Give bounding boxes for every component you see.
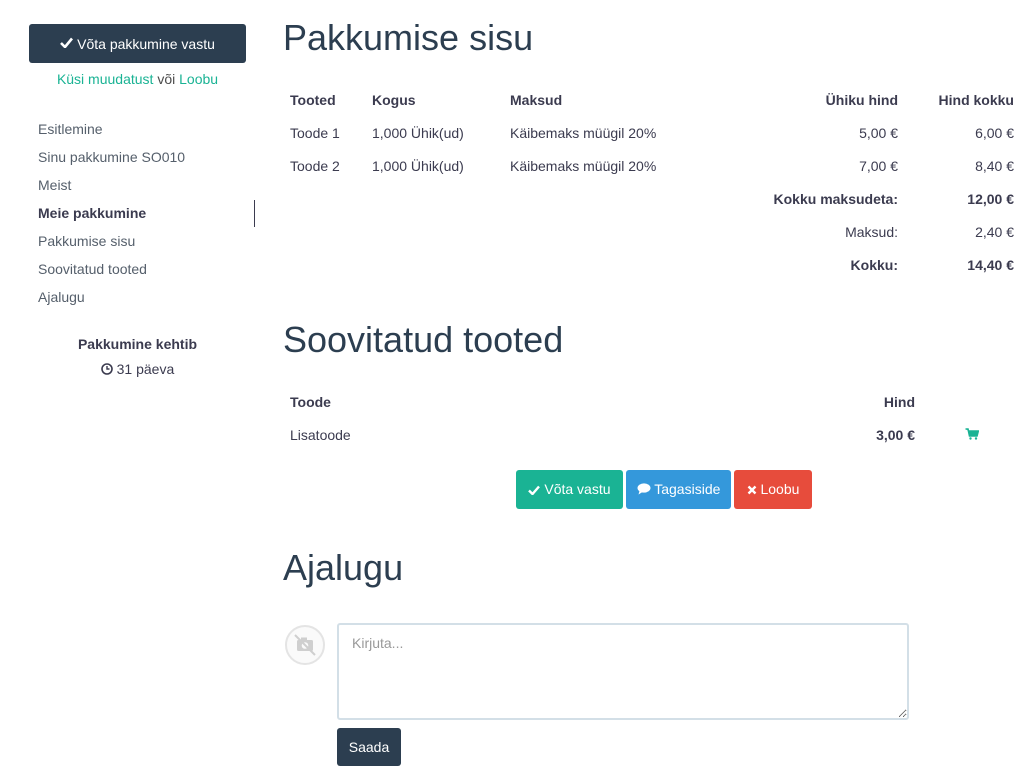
suggested-products-table: Toode Hind Lisatoode 3,00 € bbox=[283, 385, 1021, 451]
cancel-link[interactable]: Loobu bbox=[179, 71, 218, 87]
col-header-total-price: Hind kokku bbox=[938, 91, 1014, 108]
table-row: Toode 1 1,000 Ühik(ud) Käibemaks müügil … bbox=[283, 116, 1021, 149]
offer-links: Küsi muudatust või Loobu bbox=[29, 71, 246, 87]
product-name: Toode 1 bbox=[290, 124, 340, 141]
product-unit-price: 7,00 € bbox=[859, 157, 898, 174]
subtotal-value: 12,00 € bbox=[967, 190, 1014, 207]
product-quantity: 1,000 Ühik(ud) bbox=[372, 124, 464, 141]
product-unit-price: 5,00 € bbox=[859, 124, 898, 141]
cancel-button-label: Loobu bbox=[760, 481, 800, 497]
feedback-button-label: Tagasiside bbox=[654, 481, 721, 497]
total-value: 14,40 € bbox=[967, 256, 1014, 273]
check-icon bbox=[528, 481, 541, 497]
sidebar-item-meist[interactable]: Meist bbox=[29, 174, 255, 202]
suggested-products-title: Soovitatud tooted bbox=[283, 319, 564, 360]
sidebar-item-sinu-pakkumine[interactable]: Sinu pakkumine SO010 bbox=[29, 146, 255, 174]
sidebar-item-esitlemine[interactable]: Esitlemine bbox=[29, 118, 255, 146]
offer-lines-table: Tooted Kogus Maksud Ühiku hind Hind kokk… bbox=[283, 83, 1021, 281]
table-header-row: Tooted Kogus Maksud Ühiku hind Hind kokk… bbox=[283, 83, 1021, 116]
offer-actions: Võta vastu Tagasiside Loobu bbox=[516, 470, 812, 509]
clock-icon bbox=[100, 361, 117, 377]
cart-icon[interactable] bbox=[965, 427, 979, 443]
sidebar-item-pakkumise-sisu[interactable]: Pakkumise sisu bbox=[29, 230, 255, 258]
col-header-quantity: Kogus bbox=[372, 91, 416, 108]
col-header-products: Tooted bbox=[290, 91, 336, 108]
product-total-price: 6,00 € bbox=[975, 124, 1014, 141]
cart-cell bbox=[922, 418, 1021, 451]
check-icon bbox=[60, 36, 74, 51]
avatar bbox=[285, 625, 325, 665]
ask-changes-link[interactable]: Küsi muudatust bbox=[57, 71, 154, 87]
offer-validity: Pakkumine kehtib 31 päeva bbox=[29, 336, 246, 377]
product-quantity: 1,000 Ühik(ud) bbox=[372, 157, 464, 174]
total-label: Kokku: bbox=[850, 256, 898, 273]
table-header-row: Toode Hind bbox=[283, 385, 1021, 418]
accept-offer-label: Võta pakkumine vastu bbox=[77, 35, 215, 52]
subtotal-row: Kokku maksudeta: 12,00 € bbox=[283, 182, 1021, 215]
comment-input[interactable] bbox=[337, 623, 909, 720]
suggested-product-price: 3,00 € bbox=[876, 426, 915, 443]
col-header-unit-price: Ühiku hind bbox=[825, 91, 898, 108]
product-tax: Käibemaks müügil 20% bbox=[510, 157, 657, 174]
accept-offer-button[interactable]: Võta pakkumine vastu bbox=[29, 24, 246, 63]
product-total-price: 8,40 € bbox=[975, 157, 1014, 174]
total-row: Kokku: 14,40 € bbox=[283, 248, 1021, 281]
sidebar-item-ajalugu[interactable]: Ajalugu bbox=[29, 286, 255, 314]
col-header-price: Hind bbox=[883, 393, 915, 410]
accept-button[interactable]: Võta vastu bbox=[516, 470, 623, 509]
suggested-product-name: Lisatoode bbox=[290, 426, 351, 443]
col-header-product: Toode bbox=[290, 393, 331, 410]
subtotal-label: Kokku maksudeta: bbox=[773, 190, 898, 207]
validity-days: 31 päeva bbox=[29, 361, 246, 377]
sidebar-nav: Esitlemine Sinu pakkumine SO010 Meist Me… bbox=[29, 118, 255, 314]
sidebar: Võta pakkumine vastu Küsi muudatust või … bbox=[29, 24, 255, 377]
active-nav-marker bbox=[254, 200, 255, 227]
product-tax: Käibemaks müügil 20% bbox=[510, 124, 657, 141]
cancel-button[interactable]: Loobu bbox=[734, 470, 812, 509]
feedback-button[interactable]: Tagasiside bbox=[626, 470, 731, 509]
sidebar-item-meie-pakkumine[interactable]: Meie pakkumine bbox=[29, 202, 255, 230]
history-title: Ajalugu bbox=[283, 547, 404, 588]
table-row: Lisatoode 3,00 € bbox=[283, 418, 1021, 451]
sidebar-item-soovitatud-tooted[interactable]: Soovitatud tooted bbox=[29, 258, 255, 286]
taxes-row: Maksud: 2,40 € bbox=[283, 215, 1021, 248]
taxes-label: Maksud: bbox=[845, 223, 898, 240]
offer-content-title: Pakkumise sisu bbox=[283, 17, 534, 58]
product-name: Toode 2 bbox=[290, 157, 340, 174]
close-icon bbox=[747, 481, 757, 497]
accept-button-label: Võta vastu bbox=[544, 481, 611, 497]
col-header-empty bbox=[922, 385, 1021, 418]
table-row: Toode 2 1,000 Ühik(ud) Käibemaks müügil … bbox=[283, 149, 1021, 182]
taxes-value: 2,40 € bbox=[975, 223, 1014, 240]
comment-icon bbox=[637, 481, 651, 497]
col-header-taxes: Maksud bbox=[510, 91, 563, 108]
send-button[interactable]: Saada bbox=[337, 728, 401, 766]
validity-title: Pakkumine kehtib bbox=[77, 336, 198, 352]
or-text: või bbox=[157, 71, 176, 87]
no-photo-icon bbox=[287, 634, 323, 666]
validity-days-value: 31 päeva bbox=[116, 361, 175, 377]
